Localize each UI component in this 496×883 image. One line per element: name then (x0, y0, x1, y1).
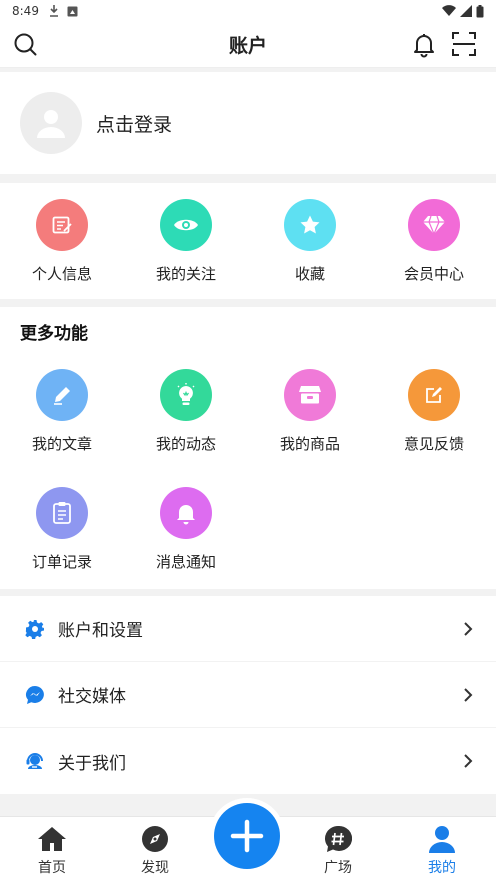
quick-item-following[interactable]: 我的关注 (124, 183, 248, 299)
signal-icon (460, 5, 472, 17)
menu-item-account-settings[interactable]: 账户和设置 (0, 596, 496, 662)
quick-item-label: 会员中心 (403, 265, 464, 283)
chevron-right-icon (464, 754, 473, 768)
status-time: 8:49 (12, 4, 39, 18)
chevron-right-icon (464, 621, 473, 636)
bell-icon (160, 487, 212, 539)
plus-icon (230, 819, 264, 853)
scan-icon[interactable] (450, 30, 478, 58)
compass-icon (142, 826, 168, 852)
nav-label: 首页 (38, 860, 66, 876)
bell-icon[interactable] (410, 30, 438, 58)
nav-home[interactable]: 首页 (12, 825, 92, 877)
top-bar: 账户 (0, 22, 496, 68)
user-icon (429, 826, 455, 853)
search-icon[interactable] (12, 31, 40, 59)
grid-item-orders[interactable]: 订单记录 (0, 471, 124, 589)
nav-label: 发现 (141, 860, 169, 876)
pencil-icon (36, 369, 88, 421)
nav-mine[interactable]: 我的 (402, 825, 482, 877)
quick-item-membership[interactable]: 会员中心 (372, 183, 496, 299)
nav-label: 我的 (428, 860, 456, 876)
edit-icon (36, 199, 88, 251)
quick-actions: 个人信息 我的关注 收藏 会员中心 (0, 183, 496, 299)
grid-item-feedback[interactable]: 意见反馈 (372, 353, 496, 471)
star-icon (284, 199, 336, 251)
menu-item-label: 关于我们 (58, 753, 126, 774)
avatar[interactable] (20, 92, 82, 154)
quick-item-profile[interactable]: 个人信息 (0, 183, 124, 299)
menu-item-social-media[interactable]: 社交媒体 (0, 662, 496, 728)
grid-item-label: 我的动态 (155, 435, 216, 453)
nav-discover[interactable]: 发现 (115, 825, 195, 877)
settings-menu: 账户和设置 社交媒体 关于我们 (0, 596, 496, 794)
add-button[interactable] (214, 803, 280, 869)
wifi-icon (442, 5, 456, 17)
grid-item-notifications[interactable]: 消息通知 (124, 471, 248, 589)
page-title: 账户 (228, 35, 267, 57)
grid-item-label: 意见反馈 (403, 435, 464, 453)
bulb-icon (160, 369, 212, 421)
quick-item-favorites[interactable]: 收藏 (248, 183, 372, 299)
section-title: 更多功能 (20, 324, 88, 344)
quick-item-label: 我的关注 (155, 265, 216, 283)
chat-icon (24, 684, 46, 706)
quick-item-label: 收藏 (294, 265, 325, 283)
menu-item-about-us[interactable]: 关于我们 (0, 728, 496, 794)
diamond-icon (408, 199, 460, 251)
feedback-icon (408, 369, 460, 421)
grid-item-label: 我的商品 (279, 435, 340, 453)
grid-item-articles[interactable]: 我的文章 (0, 353, 124, 471)
download-icon (49, 5, 58, 17)
hashtag-icon (324, 825, 352, 852)
eye-icon (160, 199, 212, 251)
support-icon (24, 750, 46, 772)
home-icon (38, 827, 66, 851)
grid-item-products[interactable]: 我的商品 (248, 353, 372, 471)
shop-icon (284, 369, 336, 421)
grid-item-moments[interactable]: 我的动态 (124, 353, 248, 471)
gear-icon (24, 618, 46, 640)
status-bar: 8:49 (0, 0, 496, 22)
menu-item-label: 社交媒体 (58, 687, 126, 707)
chevron-right-icon (464, 687, 473, 702)
login-section[interactable]: 点击登录 (0, 72, 496, 174)
grid-item-label: 订单记录 (31, 553, 92, 571)
user-placeholder-icon (37, 110, 65, 138)
quick-item-label: 个人信息 (31, 265, 92, 283)
menu-item-label: 账户和设置 (58, 621, 143, 641)
more-functions-section: 更多功能 我的文章 我的动态 我的商品 意见反馈 订单记录 消息通知 (0, 307, 496, 589)
nav-label: 广场 (324, 860, 352, 876)
nav-square[interactable]: 广场 (298, 825, 378, 877)
battery-icon (476, 4, 484, 17)
notification-icon (67, 6, 78, 16)
login-label[interactable]: 点击登录 (96, 110, 172, 137)
grid-item-label: 消息通知 (155, 553, 216, 571)
grid-item-label: 我的文章 (31, 435, 92, 453)
clipboard-icon (36, 487, 88, 539)
